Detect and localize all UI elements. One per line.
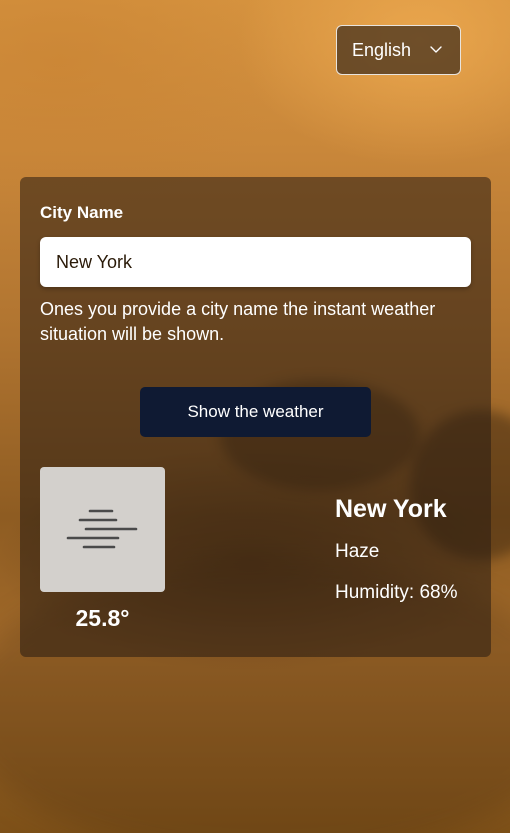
temperature-value: 25.8° (75, 605, 130, 631)
humidity-value: Humidity: 68% (335, 582, 458, 603)
language-selected-label: English (352, 39, 412, 60)
weather-card: City Name Ones you provide a city name t… (20, 177, 491, 657)
weather-icon-container (40, 467, 165, 592)
language-select[interactable]: English (336, 25, 461, 75)
show-weather-button[interactable]: Show the weather (140, 387, 371, 437)
city-name-input[interactable] (40, 237, 471, 287)
city-name-label: City Name (40, 203, 124, 222)
weather-city-name: New York (335, 495, 447, 523)
chevron-down-icon (430, 46, 442, 53)
haze-icon (66, 509, 138, 549)
hint-text: Ones you provide a city name the instant… (40, 299, 436, 344)
weather-condition: Haze (335, 541, 380, 562)
weather-app-page: English City Name Ones you provide a cit… (0, 0, 510, 833)
